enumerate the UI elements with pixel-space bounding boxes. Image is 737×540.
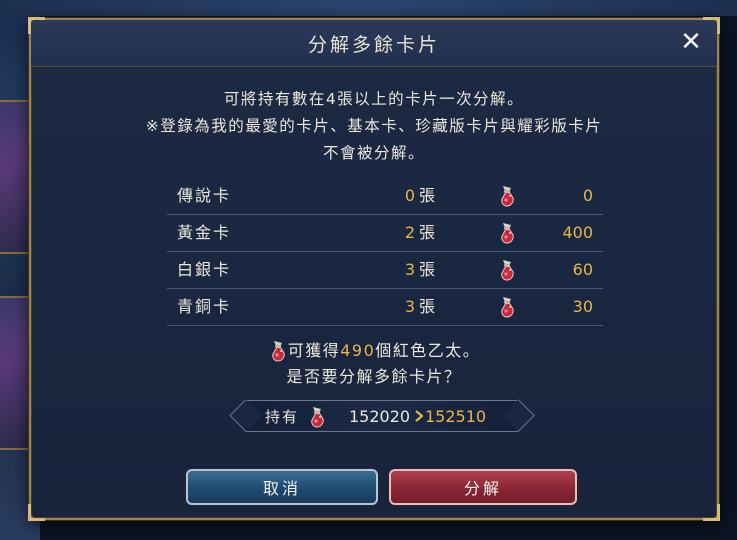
- red-ether-icon: [497, 221, 517, 245]
- cancel-button[interactable]: 取消: [186, 469, 378, 505]
- ether-amount: 0: [582, 186, 593, 205]
- table-row-silver: 白銀卡 3 張 60: [167, 252, 603, 289]
- background-top-strip: [0, 0, 737, 16]
- card-count: 2: [404, 223, 415, 242]
- holding-current: 152020: [349, 406, 411, 426]
- holding-after: 152510: [425, 406, 487, 426]
- description: 可將持有數在4張以上的卡片一次分解。 ※登錄為我的最愛的卡片、基本卡、珍藏版卡片…: [31, 86, 717, 167]
- ether-amount: 60: [572, 260, 593, 279]
- red-ether-icon: [497, 184, 517, 208]
- card-unit: 張: [419, 260, 436, 279]
- holding-label: 持有: [265, 407, 300, 426]
- red-ether-icon: [268, 339, 288, 363]
- dialog-title: 分解多餘卡片: [307, 33, 440, 56]
- card-unit: 張: [419, 186, 436, 205]
- result-suffix: 個紅色乙太。: [375, 341, 481, 360]
- result-message: 可獲得 490 個紅色乙太。 是否要分解多餘卡片？: [31, 338, 717, 390]
- card-count: 3: [404, 297, 415, 316]
- dismantle-dialog: 分解多餘卡片 ✕ 可將持有數在4張以上的卡片一次分解。 ※登錄為我的最愛的卡片、…: [28, 17, 720, 521]
- dialog-title-bar: 分解多餘卡片 ✕: [31, 20, 717, 67]
- description-line: 不會被分解。: [322, 144, 425, 162]
- red-ether-icon: [497, 295, 517, 319]
- description-line: 可將持有數在4張以上的卡片一次分解。: [223, 90, 525, 108]
- result-prefix: 可獲得: [287, 341, 341, 360]
- confirm-question: 是否要分解多餘卡片？: [286, 367, 462, 386]
- frame-corner: [28, 504, 45, 521]
- card-count: 3: [404, 260, 415, 279]
- arrow-right-icon: [415, 410, 423, 422]
- close-icon: ✕: [680, 27, 702, 57]
- ether-amount: 30: [572, 297, 593, 316]
- card-count: 0: [404, 186, 415, 205]
- card-unit: 張: [419, 223, 436, 242]
- result-amount: 490: [340, 341, 376, 360]
- card-rarity-label: 傳說卡: [177, 186, 232, 205]
- card-unit: 張: [419, 297, 436, 316]
- description-line: ※登錄為我的最愛的卡片、基本卡、珍藏版卡片與耀彩版卡片: [145, 117, 603, 135]
- frame-corner: [703, 504, 720, 521]
- result-line: 可獲得 490 個紅色乙太。: [31, 338, 717, 364]
- close-button[interactable]: ✕: [675, 26, 707, 58]
- dismantle-button[interactable]: 分解: [389, 469, 577, 505]
- red-ether-icon: [307, 405, 327, 429]
- card-summary-table: 傳說卡 0 張 0 黃金卡 2 張 400 白銀卡 3 張 60 青銅卡 3 張…: [167, 178, 603, 326]
- ether-amount: 400: [562, 223, 593, 242]
- card-rarity-label: 青銅卡: [177, 297, 232, 316]
- holding-bar: 持有 152020 152510: [245, 400, 519, 432]
- table-row-gold: 黃金卡 2 張 400: [167, 215, 603, 252]
- table-row-bronze: 青銅卡 3 張 30: [167, 289, 603, 326]
- card-rarity-label: 白銀卡: [177, 260, 232, 279]
- red-ether-icon: [497, 258, 517, 282]
- card-rarity-label: 黃金卡: [177, 223, 232, 242]
- table-row-legend: 傳說卡 0 張 0: [167, 178, 603, 215]
